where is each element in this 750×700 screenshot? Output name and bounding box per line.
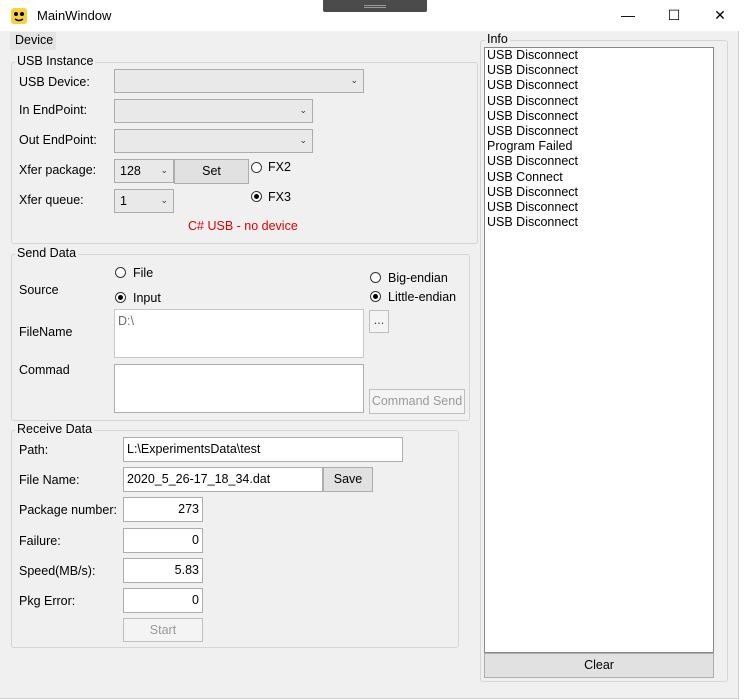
package-number-field[interactable]: 273 xyxy=(123,497,203,522)
path-label: Path: xyxy=(19,443,49,457)
main-window: MainWindow — ☐ ✕ Device USB Instance USB… xyxy=(0,0,750,699)
usb-device-combo[interactable]: ⌄ xyxy=(114,69,364,93)
device-status-text: C# USB - no device xyxy=(188,219,298,233)
pkg-error-value: 0 xyxy=(192,593,199,607)
command-field[interactable] xyxy=(114,364,364,413)
browse-button[interactable]: ... xyxy=(369,310,389,333)
xfer-package-value: 128 xyxy=(120,164,141,178)
list-item[interactable]: USB Disconnect xyxy=(485,154,713,169)
path-field[interactable]: L:\ExperimentsData\test xyxy=(123,437,403,462)
chevron-down-icon: ⌄ xyxy=(160,195,168,205)
source-file-label: File xyxy=(133,266,154,280)
receive-data-group xyxy=(11,430,459,648)
list-item[interactable]: USB Disconnect xyxy=(485,215,713,230)
clear-button[interactable]: Clear xyxy=(484,653,714,678)
in-endpoint-label: In EndPoint: xyxy=(19,103,88,117)
out-endpoint-combo[interactable]: ⌄ xyxy=(114,129,313,153)
speed-field[interactable]: 5.83 xyxy=(123,558,203,583)
menu-device[interactable]: Device xyxy=(15,33,53,47)
failure-field[interactable]: 0 xyxy=(123,528,203,553)
xfer-queue-combo[interactable]: 1 ⌄ xyxy=(114,189,174,213)
xfer-package-combo[interactable]: 128 ⌄ xyxy=(114,159,174,183)
file-name-value: 2020_5_26-17_18_34.dat xyxy=(127,472,271,486)
app-icon xyxy=(11,8,27,24)
filename-field[interactable]: D:\ xyxy=(114,309,364,358)
speed-value: 5.83 xyxy=(174,563,199,577)
save-button[interactable]: Save xyxy=(323,467,373,492)
chevron-down-icon: ⌄ xyxy=(160,165,168,175)
chevron-down-icon: ⌄ xyxy=(350,75,358,85)
close-button[interactable]: ✕ xyxy=(697,0,743,31)
window-title: MainWindow xyxy=(37,8,112,23)
usb-device-label: USB Device: xyxy=(19,75,90,89)
list-item[interactable]: USB Disconnect xyxy=(485,124,713,139)
list-item[interactable]: USB Disconnect xyxy=(485,109,713,124)
source-input-label: Input xyxy=(133,291,161,305)
xfer-package-label: Xfer package: xyxy=(19,163,97,177)
little-endian-label: Little-endian xyxy=(388,290,457,304)
xfer-queue-value: 1 xyxy=(120,194,127,208)
list-item[interactable]: USB Disconnect xyxy=(485,185,713,200)
maximize-button[interactable]: ☐ xyxy=(651,0,697,31)
list-item[interactable]: USB Disconnect xyxy=(485,48,713,63)
chevron-down-icon: ⌄ xyxy=(299,135,307,145)
set-button[interactable]: Set xyxy=(174,159,249,184)
out-endpoint-label: Out EndPoint: xyxy=(19,133,97,147)
list-item[interactable]: USB Disconnect xyxy=(485,78,713,93)
speed-label: Speed(MB/s): xyxy=(19,564,96,578)
in-endpoint-combo[interactable]: ⌄ xyxy=(114,99,313,123)
list-item[interactable]: USB Disconnect xyxy=(485,200,713,215)
fx3-radio[interactable] xyxy=(251,191,262,202)
file-name-label: File Name: xyxy=(19,473,80,487)
command-send-button[interactable]: Command Send xyxy=(369,389,465,414)
package-number-value: 273 xyxy=(178,502,199,516)
list-item[interactable]: USB Disconnect xyxy=(485,63,713,78)
fx2-label: FX2 xyxy=(268,160,291,174)
command-label: Commad xyxy=(19,363,70,377)
source-file-radio[interactable] xyxy=(115,267,126,278)
pkg-error-label: Pkg Error: xyxy=(19,594,76,608)
receive-data-title: Receive Data xyxy=(15,422,95,436)
list-item[interactable]: Program Failed xyxy=(485,139,713,154)
failure-value: 0 xyxy=(192,533,199,547)
xfer-queue-label: Xfer queue: xyxy=(19,193,84,207)
chevron-down-icon: ⌄ xyxy=(299,105,307,115)
fx3-label: FX3 xyxy=(268,190,291,204)
file-name-field[interactable]: 2020_5_26-17_18_34.dat xyxy=(123,467,323,492)
big-endian-radio[interactable] xyxy=(370,272,381,283)
info-log-list[interactable]: USB Disconnect USB Disconnect USB Discon… xyxy=(484,47,714,653)
fx2-radio[interactable] xyxy=(251,162,262,173)
minimize-button[interactable]: — xyxy=(605,0,651,31)
failure-label: Failure: xyxy=(19,534,61,548)
start-button[interactable]: Start xyxy=(123,618,203,642)
pkg-error-field[interactable]: 0 xyxy=(123,588,203,613)
little-endian-radio[interactable] xyxy=(370,291,381,302)
big-endian-label: Big-endian xyxy=(388,271,448,285)
send-data-title: Send Data xyxy=(15,246,79,260)
path-value: L:\ExperimentsData\test xyxy=(127,442,261,456)
package-number-label: Package number: xyxy=(19,503,117,517)
list-item[interactable]: USB Disconnect xyxy=(485,94,713,109)
info-title: Info xyxy=(485,32,510,46)
filename-value: D:\ xyxy=(118,314,134,328)
usb-instance-title: USB Instance xyxy=(15,54,96,68)
list-item[interactable]: USB Connect xyxy=(485,170,713,185)
drag-handle[interactable] xyxy=(323,0,427,12)
source-input-radio[interactable] xyxy=(115,292,126,303)
title-bar[interactable]: MainWindow — ☐ ✕ xyxy=(0,0,750,31)
source-label: Source xyxy=(19,283,59,297)
filename-label: FileName xyxy=(19,325,73,339)
